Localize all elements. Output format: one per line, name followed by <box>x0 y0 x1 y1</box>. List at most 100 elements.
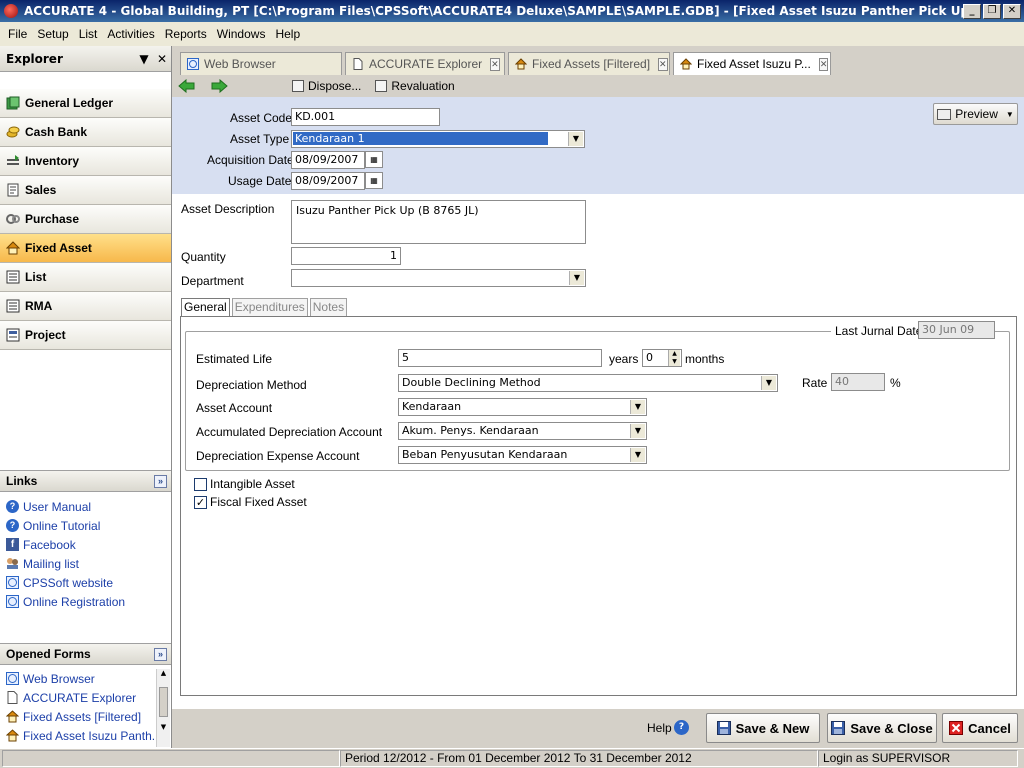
forward-arrow-icon[interactable] <box>211 79 228 93</box>
close-tab-icon[interactable]: ✕ <box>818 57 829 71</box>
asset-description-label: Asset Description <box>181 202 275 216</box>
minimize-button[interactable]: _ <box>963 3 981 19</box>
usage-date-input[interactable]: 08/09/2007 <box>291 172 365 190</box>
estimated-life-label: Estimated Life <box>196 352 273 366</box>
opened-form-fixed-assets-filtered[interactable]: Fixed Assets [Filtered] <box>0 707 156 726</box>
nav-project[interactable]: Project <box>0 321 171 350</box>
nav-fixed-asset[interactable]: Fixed Asset <box>0 234 171 263</box>
chevron-down-icon[interactable]: ▼ <box>630 448 645 462</box>
tab-accurate-explorer[interactable]: ACCURATE Explorer ✕ <box>345 52 505 75</box>
close-tab-icon[interactable]: ✕ <box>490 57 500 71</box>
opened-form-fixed-asset-isuzu[interactable]: Fixed Asset Isuzu Panth... <box>0 726 156 745</box>
purchase-icon <box>6 212 20 226</box>
opened-form-label: Fixed Asset Isuzu Panth... <box>23 728 156 743</box>
explorer-close-icon[interactable]: ✕ <box>153 52 171 66</box>
asset-type-label: Asset Type <box>230 132 290 146</box>
menu-windows[interactable]: Windows <box>213 27 270 41</box>
back-arrow-icon[interactable] <box>178 79 195 93</box>
help-circle-icon[interactable]: ? <box>674 720 689 735</box>
revaluation-button[interactable]: Revaluation <box>375 79 455 93</box>
acquisition-date-input[interactable]: 08/09/2007 <box>291 151 365 169</box>
collapse-links-icon[interactable]: » <box>154 474 167 488</box>
nav-purchase[interactable]: Purchase <box>0 205 171 234</box>
chevron-down-icon[interactable]: ▼ <box>630 424 645 438</box>
status-login: Login as SUPERVISOR <box>818 750 1018 767</box>
link-label: User Manual <box>23 499 92 514</box>
dispose-button[interactable]: Dispose... <box>292 79 361 93</box>
chevron-down-icon[interactable]: ▼ <box>568 132 583 146</box>
asset-type-select[interactable]: Kendaraan 1 ▼ <box>291 130 585 148</box>
printer-icon <box>937 108 952 120</box>
department-select[interactable]: ▼ <box>291 269 586 287</box>
close-window-button[interactable]: ✕ <box>1003 3 1021 19</box>
scroll-thumb[interactable] <box>159 687 168 717</box>
chevron-down-icon[interactable]: ▼ <box>630 400 645 414</box>
restore-button[interactable]: ❐ <box>983 3 1001 19</box>
intangible-asset-checkbox[interactable] <box>194 478 207 491</box>
save-and-new-button[interactable]: Save & New <box>706 713 820 743</box>
opened-form-web-browser[interactable]: Web Browser <box>0 669 156 688</box>
estimated-life-years-input[interactable]: 5 <box>398 349 602 367</box>
explorer-menu-icon[interactable]: ▼ <box>135 52 153 66</box>
nav-list[interactable]: List <box>0 263 171 292</box>
fiscal-fixed-asset-label: Fiscal Fixed Asset <box>210 495 307 509</box>
house-icon <box>5 241 21 255</box>
link-cpssoft-website[interactable]: CPSSoft website <box>0 573 171 592</box>
nav-cash-bank[interactable]: Cash Bank <box>0 118 171 147</box>
asset-code-input[interactable]: KD.001 <box>291 108 440 126</box>
status-bar: Period 12/2012 - From 01 December 2012 T… <box>0 748 1024 768</box>
link-online-registration[interactable]: Online Registration <box>0 592 171 611</box>
save-and-close-button[interactable]: Save & Close <box>827 713 937 743</box>
quantity-input[interactable]: 1 <box>291 247 401 265</box>
asset-account-label: Asset Account <box>196 401 273 415</box>
tab-notes[interactable]: Notes <box>309 298 348 316</box>
close-tab-icon[interactable]: ✕ <box>658 57 668 71</box>
menu-setup[interactable]: Setup <box>33 27 72 41</box>
menu-help[interactable]: Help <box>271 27 304 41</box>
accumulated-depreciation-select[interactable]: Akum. Penys. Kendaraan ▼ <box>398 422 647 440</box>
opened-forms-scrollbar[interactable]: ▲ ▼ <box>156 669 170 747</box>
scroll-up-icon[interactable]: ▲ <box>157 669 170 681</box>
tab-expenditures[interactable]: Expenditures <box>231 298 308 316</box>
menu-file[interactable]: File <box>4 27 31 41</box>
link-online-tutorial[interactable]: ? Online Tutorial <box>0 516 171 535</box>
depreciation-method-select[interactable]: Double Declining Method ▼ <box>398 374 778 392</box>
link-user-manual[interactable]: ? User Manual <box>0 497 171 516</box>
menu-reports[interactable]: Reports <box>161 27 211 41</box>
nav-label: List <box>25 270 47 284</box>
months-spin-icon[interactable]: ▲ ▼ <box>668 350 680 366</box>
nav-sales[interactable]: Sales <box>0 176 171 205</box>
collapse-opened-forms-icon[interactable]: » <box>154 647 167 661</box>
scroll-down-icon[interactable]: ▼ <box>157 723 170 735</box>
asset-code-label: Asset Code <box>230 111 293 125</box>
nav-inventory[interactable]: Inventory <box>0 147 171 176</box>
menu-bar: File Setup List Activities Reports Windo… <box>0 22 1024 46</box>
cancel-button[interactable]: Cancel <box>942 713 1018 743</box>
opened-form-accurate-explorer[interactable]: ACCURATE Explorer <box>0 688 156 707</box>
menu-list[interactable]: List <box>75 27 102 41</box>
calendar-icon[interactable]: ▦ <box>365 172 383 189</box>
link-mailing-list[interactable]: Mailing list <box>0 554 171 573</box>
preview-button[interactable]: Preview ▼ <box>933 103 1018 125</box>
tab-fixed-assets-filtered[interactable]: Fixed Assets [Filtered] ✕ <box>508 52 670 75</box>
nav-general-ledger[interactable]: General Ledger <box>0 89 171 118</box>
calendar-icon[interactable]: ▦ <box>365 151 383 168</box>
nav-rma[interactable]: RMA <box>0 292 171 321</box>
asset-account-select[interactable]: Kendaraan ▼ <box>398 398 647 416</box>
explorer-panel: Explorer ▼ ✕ General Ledger Cash Bank In… <box>0 46 172 748</box>
link-facebook[interactable]: f Facebook <box>0 535 171 554</box>
fiscal-fixed-asset-checkbox[interactable]: ✓ <box>194 496 207 509</box>
estimated-life-months-input[interactable]: 0 ▲ ▼ <box>642 349 682 367</box>
tab-fixed-asset-isuzu[interactable]: Fixed Asset Isuzu P... ✕ <box>673 52 831 75</box>
usage-date-label: Usage Date <box>228 174 292 188</box>
chevron-down-icon[interactable]: ▼ <box>569 271 584 285</box>
accumulated-depreciation-label: Accumulated Depreciation Account <box>196 425 383 439</box>
chevron-down-icon[interactable]: ▼ <box>761 376 776 390</box>
tab-general[interactable]: General <box>181 298 230 316</box>
depreciation-expense-select[interactable]: Beban Penyusutan Kendaraan ▼ <box>398 446 647 464</box>
window-title: ACCURATE 4 - Global Building, PT [C:\Pro… <box>24 4 963 18</box>
help-label[interactable]: Help <box>647 721 672 735</box>
tab-web-browser[interactable]: Web Browser <box>180 52 342 75</box>
menu-activities[interactable]: Activities <box>103 27 158 41</box>
asset-description-input[interactable]: Isuzu Panther Pick Up (B 8765 JL) <box>291 200 586 244</box>
